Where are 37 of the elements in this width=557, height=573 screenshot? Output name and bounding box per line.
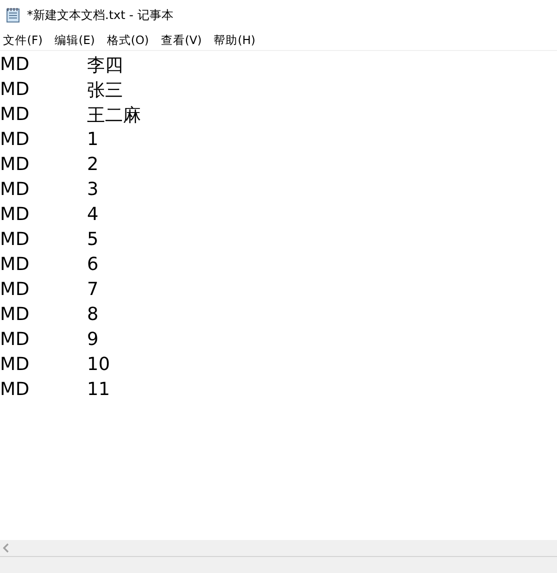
text-line: 1 xyxy=(87,129,98,150)
text-line: MD xyxy=(0,229,30,250)
text-line: 张三 xyxy=(87,78,123,102)
text-line: 5 xyxy=(87,229,98,250)
text-line: 李四 xyxy=(87,54,123,76)
text-line: 9 xyxy=(87,329,98,350)
text-line: MD xyxy=(0,179,30,200)
menu-item[interactable]: 编辑(E) xyxy=(52,32,100,48)
text-line: 2 xyxy=(87,154,98,175)
text-line: MD xyxy=(0,279,30,300)
text-line: 8 xyxy=(87,304,98,325)
menu-item[interactable]: 帮助(H) xyxy=(210,32,260,48)
scroll-left-icon[interactable] xyxy=(2,543,10,553)
window-title: *新建文本文档.txt - 记事本 xyxy=(27,6,174,24)
horizontal-scrollbar[interactable] xyxy=(0,540,557,557)
text-line: 3 xyxy=(87,179,98,200)
text-line: MD xyxy=(0,54,30,75)
notepad-icon xyxy=(5,7,21,23)
text-line: MD xyxy=(0,129,30,150)
text-line: 7 xyxy=(87,279,98,300)
text-line: 王二麻 xyxy=(87,104,141,126)
text-line: MD xyxy=(0,329,30,350)
text-line: MD xyxy=(0,379,30,400)
text-line: 11 xyxy=(87,379,110,400)
text-line: MD xyxy=(0,254,30,275)
text-line: MD xyxy=(0,79,30,100)
text-line: MD xyxy=(0,204,30,225)
menu-item[interactable]: 文件(F) xyxy=(0,32,48,48)
text-line: 10 xyxy=(87,354,110,375)
text-line: MD xyxy=(0,354,30,375)
text-line: MD xyxy=(0,154,30,175)
menu-item[interactable]: 格式(O) xyxy=(104,32,154,48)
text-line: 4 xyxy=(87,204,98,225)
text-line: MD xyxy=(0,104,30,125)
menu-item[interactable]: 查看(V) xyxy=(158,32,207,48)
text-line: MD xyxy=(0,304,30,325)
text-line: 6 xyxy=(87,254,98,275)
